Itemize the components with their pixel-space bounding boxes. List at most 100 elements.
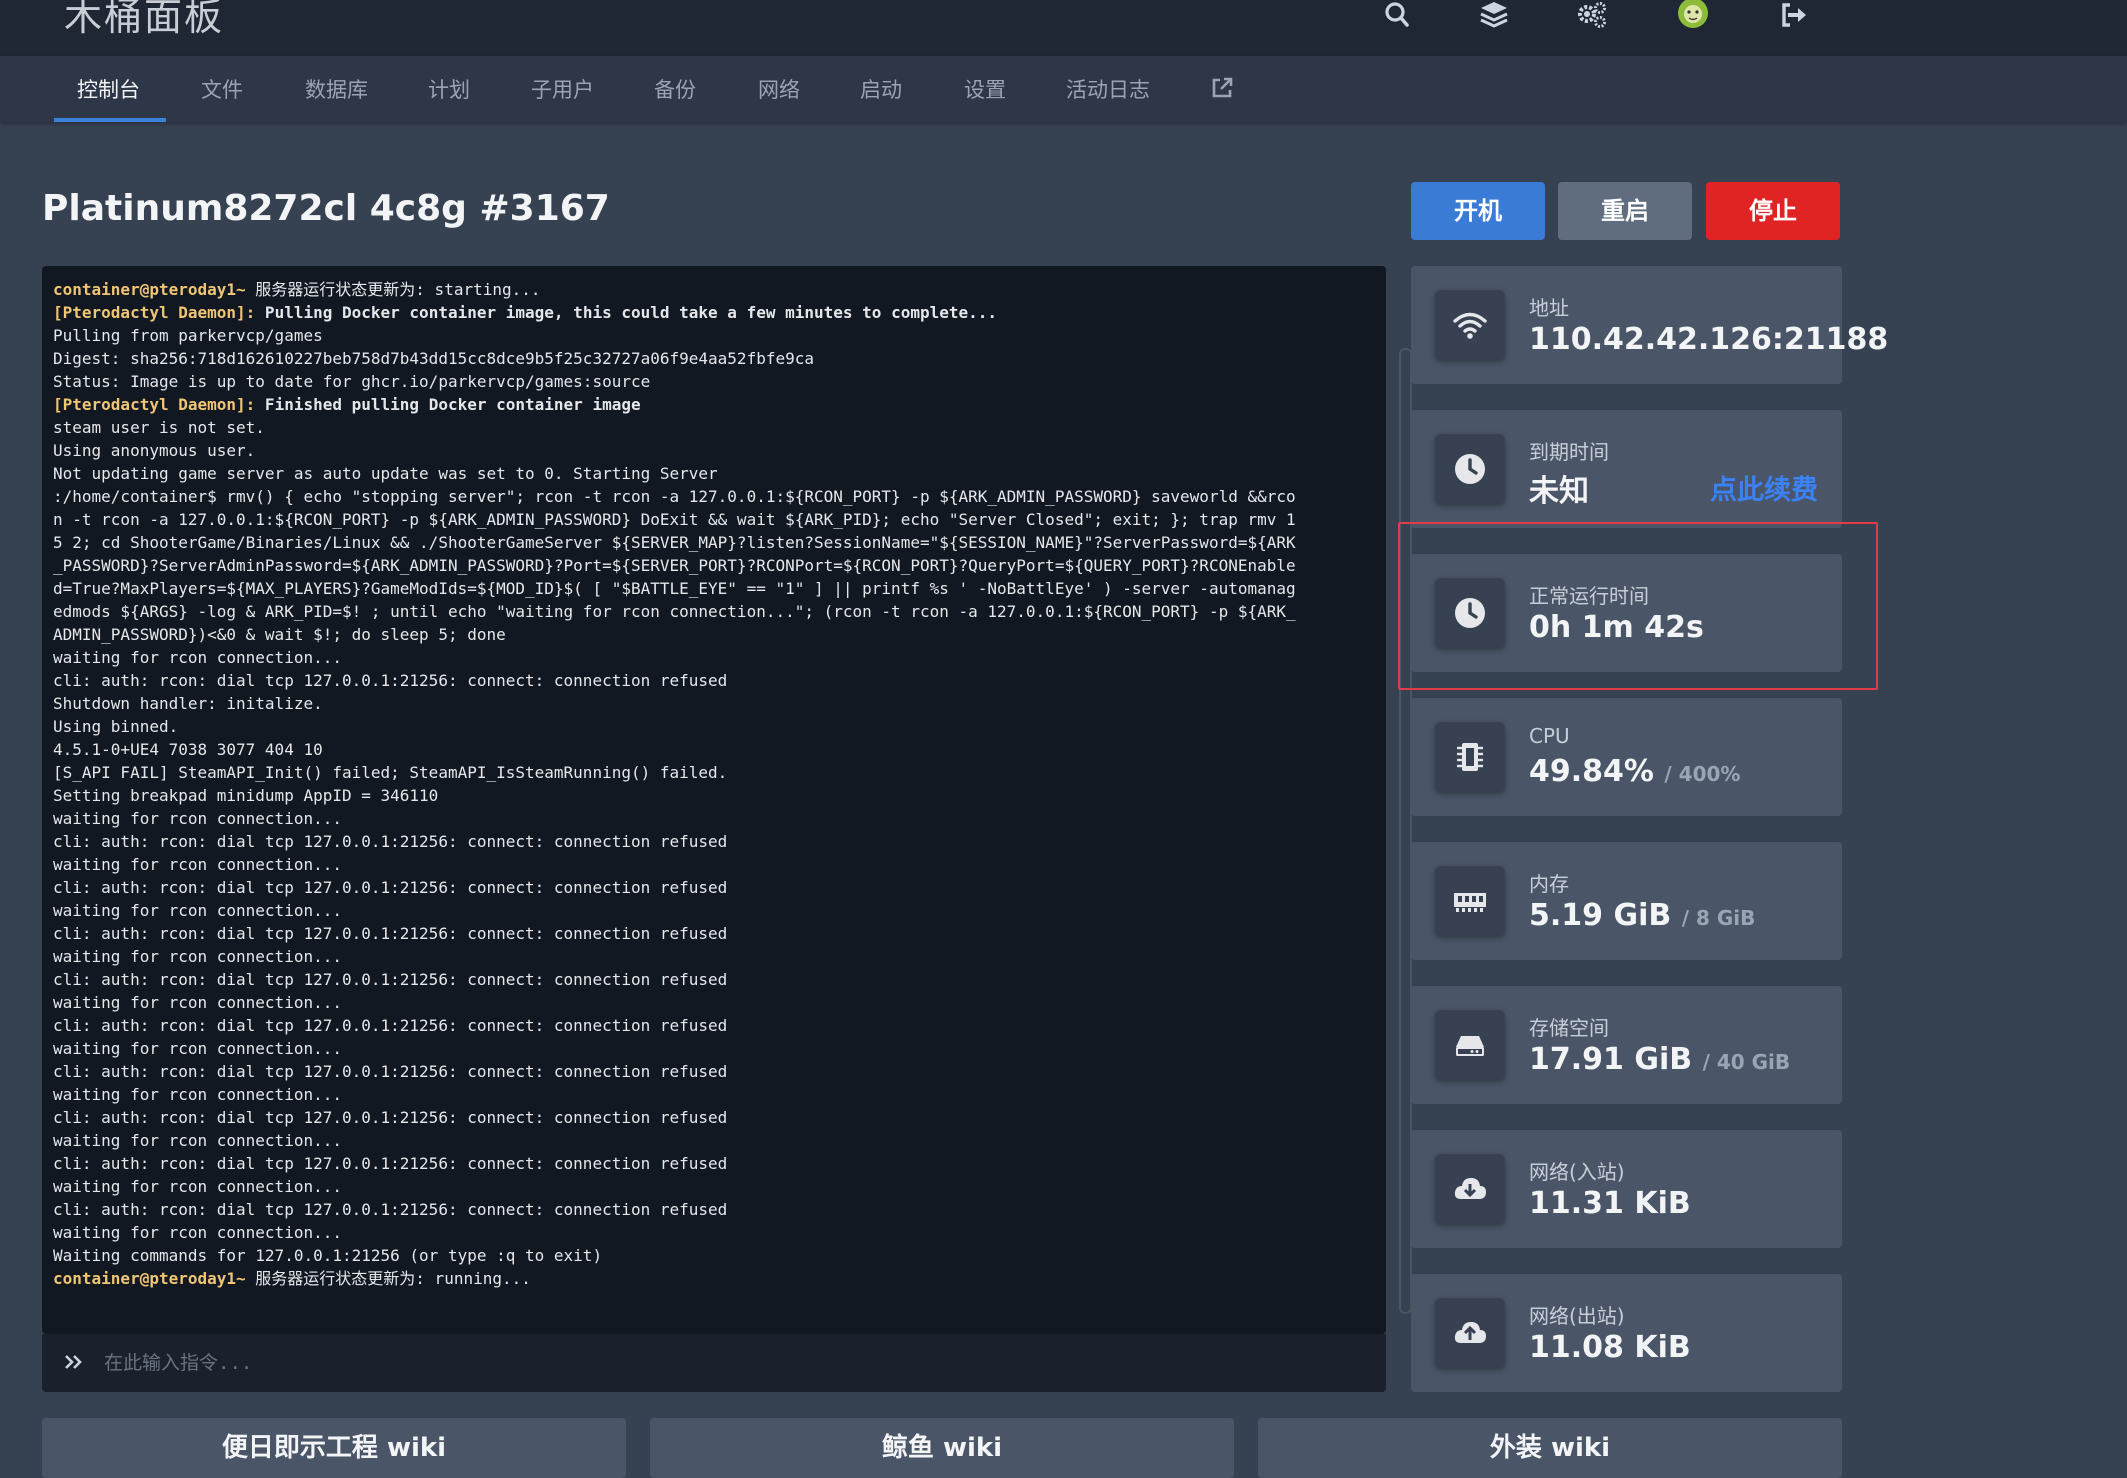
stat-card-memory: 内存 5.19 GiB / 8 GiB bbox=[1411, 842, 1842, 960]
console-line-text: Setting breakpad minidump AppID = 346110 bbox=[53, 786, 439, 805]
layers-icon[interactable] bbox=[1477, 0, 1511, 30]
console-line-text: :/home/container$ rmv() { echo "stopping… bbox=[53, 487, 1296, 506]
renew-link[interactable]: 点此续费 bbox=[1710, 468, 1818, 507]
console-line-text: Waiting commands for 127.0.0.1:21256 (or… bbox=[53, 1246, 603, 1265]
tab-files[interactable]: 文件 bbox=[201, 74, 243, 104]
hdd-icon bbox=[1435, 1010, 1505, 1080]
console-line-prefix: [Pterodactyl Daemon]: bbox=[53, 395, 256, 414]
console-line: edmods ${ARGS} -log & ARK_PID=$! ; until… bbox=[53, 600, 1353, 623]
network-in-value: 11.31 KiB bbox=[1529, 1186, 1691, 1221]
avatar[interactable] bbox=[1676, 0, 1710, 30]
console-line: waiting for rcon connection... bbox=[53, 1083, 1353, 1106]
console-line-text: steam user is not set. bbox=[53, 418, 265, 437]
console-line-text: cli: auth: rcon: dial tcp 127.0.0.1:2125… bbox=[53, 671, 728, 690]
console-line: Using anonymous user. bbox=[53, 439, 1353, 462]
top-bar: 木桶面板 bbox=[0, 0, 2127, 56]
expiry-label: 到期时间 bbox=[1529, 440, 1609, 464]
console-line: Pulling from parkervcp/games bbox=[53, 324, 1353, 347]
stat-card-network-in: 网络(入站) 11.31 KiB bbox=[1411, 1130, 1842, 1248]
sign-out-icon[interactable] bbox=[1776, 0, 1810, 30]
console-line: Status: Image is up to date for ghcr.io/… bbox=[53, 370, 1353, 393]
console-line: steam user is not set. bbox=[53, 416, 1353, 439]
console-line-text: waiting for rcon connection... bbox=[53, 648, 342, 667]
expiry-value: 未知 bbox=[1529, 474, 1589, 509]
wiki-button-3[interactable]: 外装 wiki bbox=[1258, 1418, 1842, 1478]
tab-network[interactable]: 网络 bbox=[758, 74, 800, 104]
tab-activity-log[interactable]: 活动日志 bbox=[1066, 74, 1150, 104]
tab-bar: 控制台 文件 数据库 计划 子用户 备份 网络 启动 设置 活动日志 bbox=[0, 56, 2127, 122]
console-line: container@pteroday1~ 服务器运行状态更新为: running… bbox=[53, 1267, 1353, 1290]
network-out-label: 网络(出站) bbox=[1529, 1304, 1625, 1328]
cloud-download-icon bbox=[1435, 1154, 1505, 1224]
console-line-text: ADMIN_PASSWORD})<&0 & wait $!; do sleep … bbox=[53, 625, 506, 644]
console-line-text: cli: auth: rcon: dial tcp 127.0.0.1:2125… bbox=[53, 1016, 728, 1035]
console-line-text: waiting for rcon connection... bbox=[53, 901, 342, 920]
console-line-text: 服务器运行状态更新为: running... bbox=[245, 1269, 531, 1288]
console-line: :/home/container$ rmv() { echo "stopping… bbox=[53, 485, 1353, 508]
console-line-text: Using binned. bbox=[53, 717, 179, 736]
tab-startup[interactable]: 启动 bbox=[860, 74, 902, 104]
console-line: waiting for rcon connection... bbox=[53, 899, 1353, 922]
console-line: Setting breakpad minidump AppID = 346110 bbox=[53, 784, 1353, 807]
console-line-text: cli: auth: rcon: dial tcp 127.0.0.1:2125… bbox=[53, 1200, 728, 1219]
disk-label: 存储空间 bbox=[1529, 1016, 1609, 1040]
gears-icon[interactable] bbox=[1575, 0, 1609, 30]
console-line-text: [S_API FAIL] SteamAPI_Init() failed; Ste… bbox=[53, 763, 728, 782]
stop-button[interactable]: 停止 bbox=[1706, 182, 1840, 240]
active-tab-indicator bbox=[54, 118, 166, 122]
console-line-text: Pulling Docker container image, this cou… bbox=[255, 303, 998, 322]
memory-icon bbox=[1435, 866, 1505, 936]
tab-backups[interactable]: 备份 bbox=[654, 74, 696, 104]
start-button[interactable]: 开机 bbox=[1411, 182, 1545, 240]
console-line-text: _PASSWORD}?ServerAdminPassword=${ARK_ADM… bbox=[53, 556, 1296, 575]
console-line-text: waiting for rcon connection... bbox=[53, 855, 342, 874]
wiki-button-1[interactable]: 便日即示工程 wiki bbox=[42, 1418, 626, 1478]
tab-subusers[interactable]: 子用户 bbox=[531, 74, 594, 104]
cpu-label: CPU bbox=[1529, 724, 1570, 748]
wiki-button-2[interactable]: 鲸鱼 wiki bbox=[650, 1418, 1234, 1478]
console-line-text: cli: auth: rcon: dial tcp 127.0.0.1:2125… bbox=[53, 832, 728, 851]
stat-card-network-out: 网络(出站) 11.08 KiB bbox=[1411, 1274, 1842, 1392]
disk-usage: 17.91 GiB bbox=[1529, 1042, 1693, 1077]
tab-console[interactable]: 控制台 bbox=[77, 74, 140, 104]
console-line-text: d=True?MaxPlayers=${MAX_PLAYERS}?GameMod… bbox=[53, 579, 1296, 598]
console-line: n -t rcon -a 127.0.0.1:${RCON_PORT} -p $… bbox=[53, 508, 1353, 531]
console-line: [Pterodactyl Daemon]: Finished pulling D… bbox=[53, 393, 1353, 416]
server-title: Platinum8272cl 4c8g #3167 bbox=[42, 188, 610, 229]
console-line: cli: auth: rcon: dial tcp 127.0.0.1:2125… bbox=[53, 876, 1353, 899]
restart-button[interactable]: 重启 bbox=[1558, 182, 1692, 240]
wifi-icon bbox=[1435, 290, 1505, 360]
tab-databases[interactable]: 数据库 bbox=[305, 74, 368, 104]
external-link-icon[interactable] bbox=[1210, 76, 1234, 100]
console-line-prefix: [Pterodactyl Daemon]: bbox=[53, 303, 256, 322]
console-line: cli: auth: rcon: dial tcp 127.0.0.1:2125… bbox=[53, 1152, 1353, 1175]
console-line: waiting for rcon connection... bbox=[53, 945, 1353, 968]
console-line: waiting for rcon connection... bbox=[53, 807, 1353, 830]
brand-title[interactable]: 木桶面板 bbox=[64, 0, 224, 41]
console-line-text: n -t rcon -a 127.0.0.1:${RCON_PORT} -p $… bbox=[53, 510, 1296, 529]
address-label: 地址 bbox=[1529, 296, 1569, 320]
console-line: Not updating game server as auto update … bbox=[53, 462, 1353, 485]
console-line-text: waiting for rcon connection... bbox=[53, 993, 342, 1012]
console-line: cli: auth: rcon: dial tcp 127.0.0.1:2125… bbox=[53, 968, 1353, 991]
console-line-text: cli: auth: rcon: dial tcp 127.0.0.1:2125… bbox=[53, 970, 728, 989]
console-line: cli: auth: rcon: dial tcp 127.0.0.1:2125… bbox=[53, 1014, 1353, 1037]
console-line-text: waiting for rcon connection... bbox=[53, 1085, 342, 1104]
console-line: cli: auth: rcon: dial tcp 127.0.0.1:2125… bbox=[53, 1106, 1353, 1129]
cpu-value: 49.84% / 400% bbox=[1529, 754, 1740, 789]
console-line-text: 4.5.1-0+UE4 7038 3077 404 10 bbox=[53, 740, 323, 759]
search-icon[interactable] bbox=[1380, 0, 1414, 30]
console-line-text: 5 2; cd ShooterGame/Binaries/Linux && ./… bbox=[53, 533, 1296, 552]
console-line-text: Digest: sha256:718d162610227beb758d7b43d… bbox=[53, 349, 814, 368]
console-line: [Pterodactyl Daemon]: Pulling Docker con… bbox=[53, 301, 1353, 324]
console-line: cli: auth: rcon: dial tcp 127.0.0.1:2125… bbox=[53, 1060, 1353, 1083]
console-output[interactable]: container@pteroday1~ 服务器运行状态更新为: startin… bbox=[42, 266, 1412, 1334]
console-command-input[interactable] bbox=[102, 1344, 1366, 1382]
console-line-text: cli: auth: rcon: dial tcp 127.0.0.1:2125… bbox=[53, 878, 728, 897]
cpu-limit: / 400% bbox=[1664, 762, 1741, 786]
console-line-text: waiting for rcon connection... bbox=[53, 947, 342, 966]
tab-settings[interactable]: 设置 bbox=[964, 74, 1006, 104]
address-value[interactable]: 110.42.42.126:21188 bbox=[1529, 322, 1888, 357]
tab-schedules[interactable]: 计划 bbox=[428, 74, 470, 104]
console-line-text: Not updating game server as auto update … bbox=[53, 464, 718, 483]
